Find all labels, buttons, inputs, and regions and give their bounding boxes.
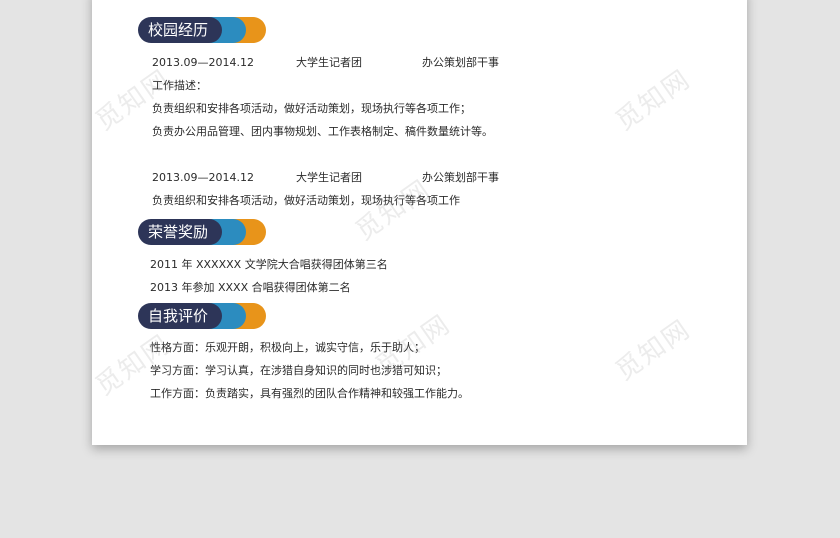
- entry-organization: 大学生记者团: [296, 56, 362, 69]
- resume-page: ▬▬ ▬▬▬▬▬▬▬ ▬▬▬▬▬▬▬▬▬▬▬▬▬▬ ▬▬▬▬▬▬▬ 校园经历 2…: [92, 0, 747, 445]
- section-title-self-evaluation: 自我评价: [138, 303, 222, 329]
- entry-description-line: 负责组织和安排各项活动，做好活动策划，现场执行等各项工作: [152, 194, 460, 207]
- honor-line: 2011 年 XXXXXX 文学院大合唱获得团体第三名: [150, 258, 388, 271]
- entry-dates: 2013.09—2014.12: [152, 171, 254, 184]
- section-header-self-evaluation: 自我评价: [138, 303, 268, 329]
- section-header-campus: 校园经历: [138, 17, 268, 43]
- self-evaluation-line: 工作方面：负责踏实，具有强烈的团队合作精神和较强工作能力。: [150, 387, 469, 400]
- section-title-campus: 校园经历: [138, 17, 222, 43]
- entry-organization: 大学生记者团: [296, 171, 362, 184]
- self-evaluation-line: 学习方面：学习认真，在涉猎自身知识的同时也涉猎可知识；: [150, 364, 447, 377]
- section-header-honors: 荣誉奖励: [138, 219, 268, 245]
- entry-description-line: 负责办公用品管理、团内事物规划、工作表格制定、稿件数量统计等。: [152, 125, 493, 138]
- entry-role: 办公策划部干事: [422, 56, 499, 69]
- section-title-honors: 荣誉奖励: [138, 219, 222, 245]
- cut-off-text: ▬▬ ▬▬▬▬▬▬▬ ▬▬▬▬▬▬▬▬▬▬▬▬▬▬ ▬▬▬▬▬▬▬: [152, 0, 572, 2]
- entry-role: 办公策划部干事: [422, 171, 499, 184]
- self-evaluation-line: 性格方面：乐观开朗，积极向上，诚实守信，乐于助人；: [150, 341, 425, 354]
- honor-line: 2013 年参加 XXXX 合唱获得团体第二名: [150, 281, 351, 294]
- entry-description-label: 工作描述：: [152, 79, 207, 92]
- entry-description-line: 负责组织和安排各项活动，做好活动策划，现场执行等各项工作；: [152, 102, 471, 115]
- entry-dates: 2013.09—2014.12: [152, 56, 254, 69]
